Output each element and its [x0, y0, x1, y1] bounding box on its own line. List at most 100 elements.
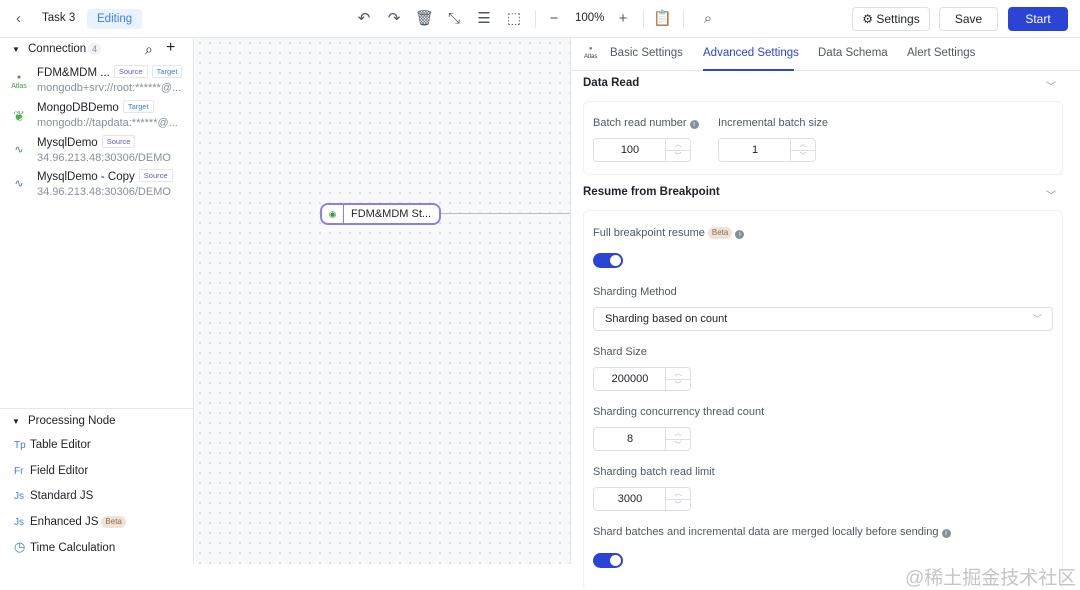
add-connection-icon[interactable]: +	[166, 39, 175, 57]
connection-uri: mongodb://tapdata:******@...	[37, 117, 178, 129]
source-tag: Source	[113, 65, 148, 78]
decrement-icon[interactable]: ﹀	[666, 439, 690, 450]
node-label: Standard JS	[30, 490, 94, 502]
canvas-node[interactable]: ◉ FDM&MDM St...	[320, 203, 441, 225]
connection-title: Connection	[28, 43, 87, 55]
task-name[interactable]: Task 3	[42, 12, 75, 24]
connection-item[interactable]: ∿ MysqlDemo - Copy Source 34.96.213.48:30…	[0, 169, 194, 203]
search-icon[interactable]: ⌕	[699, 10, 717, 28]
increment-icon[interactable]: ︿	[666, 139, 690, 150]
batch-read-stepper[interactable]: 100 ︿ ﹀	[593, 138, 691, 162]
stepper-value[interactable]: 100	[594, 139, 666, 161]
source-tag: Source	[101, 135, 136, 148]
resume-header[interactable]: Resume from Breakpoint	[583, 186, 720, 198]
processing-title: Processing Node	[28, 415, 116, 427]
search-connection-icon[interactable]: ⌕	[145, 41, 153, 58]
shard-size-stepper[interactable]: 200000 ︿ ﹀	[593, 367, 691, 391]
chevron-down-icon[interactable]: ﹀	[1046, 78, 1056, 93]
redo-icon[interactable]: ↷	[385, 10, 403, 28]
stepper-value[interactable]: 3000	[594, 488, 666, 510]
collapse-processing-icon[interactable]: ▼	[12, 417, 20, 426]
info-icon: i	[941, 529, 951, 538]
connection-item[interactable]: ∿ MysqlDemo Source 34.96.213.48:30306/DEM…	[0, 135, 194, 169]
collapse-connection-icon[interactable]: ▼	[12, 45, 20, 54]
zoom-out-icon[interactable]: −	[545, 10, 563, 28]
clipboard-icon[interactable]: 📋	[653, 10, 672, 28]
decrement-icon[interactable]: ﹀	[666, 499, 690, 510]
connection-name: MongoDBDemo	[37, 102, 119, 114]
gear-icon: ⚙	[862, 12, 877, 26]
full-resume-toggle[interactable]	[593, 253, 623, 268]
batch-limit-stepper[interactable]: 3000 ︿ ﹀	[593, 487, 691, 511]
select-mode-icon[interactable]: ⬚	[505, 10, 523, 28]
chevron-down-icon[interactable]: ﹀	[1046, 187, 1056, 202]
merge-label: Shard batches and incremental data are m…	[593, 526, 951, 538]
node-label: Field Editor	[30, 465, 89, 477]
node-label: Table Editor	[30, 439, 91, 451]
connection-name: MysqlDemo	[37, 137, 98, 149]
stepper-value[interactable]: 200000	[594, 368, 666, 390]
back-icon[interactable]: ‹	[16, 10, 21, 27]
processing-node-standard-js[interactable]: Js Standard JS	[14, 486, 93, 506]
data-read-header[interactable]: Data Read	[583, 77, 639, 89]
dag-canvas[interactable]: ◉ FDM&MDM St...	[195, 38, 570, 564]
field-editor-icon: Fr	[14, 466, 24, 477]
beta-badge: Beta	[101, 516, 126, 528]
mongodb-leaf-icon: ❦	[13, 108, 25, 124]
connection-count: 4	[88, 43, 102, 55]
stepper-value[interactable]: 8	[594, 428, 666, 450]
connection-name: FDM&MDM ...	[37, 67, 110, 79]
connection-uri: mongodb+srv://root:******@...	[37, 82, 182, 94]
tab-alert-settings[interactable]: Alert Settings	[907, 47, 975, 59]
fit-view-icon[interactable]: ⤡	[445, 10, 463, 28]
undo-icon[interactable]: ↶	[355, 10, 373, 28]
status-badge: Editing	[87, 9, 143, 29]
divider	[0, 408, 194, 409]
source-tag: Source	[138, 169, 173, 182]
incremental-batch-stepper[interactable]: 1 ︿ ﹀	[718, 138, 816, 162]
batch-read-label: Batch read number i	[593, 117, 699, 129]
increment-icon[interactable]: ︿	[791, 139, 815, 150]
decrement-icon[interactable]: ﹀	[666, 379, 690, 390]
decrement-icon[interactable]: ﹀	[791, 150, 815, 161]
zoom-in-icon[interactable]: +	[614, 10, 632, 28]
connection-item[interactable]: ❦ MongoDBDemo Target mongodb://tapdata:**…	[0, 100, 194, 134]
sharding-method-select[interactable]: Sharding based on count ﹀	[593, 307, 1053, 331]
node-label: Time Calculation	[30, 542, 116, 554]
processing-node-table-editor[interactable]: Tp Table Editor	[14, 435, 91, 455]
thread-count-label: Sharding concurrency thread count	[593, 406, 765, 418]
delete-icon[interactable]: 🗑	[415, 10, 434, 28]
chevron-down-icon: ﹀	[1032, 314, 1042, 324]
increment-icon[interactable]: ︿	[666, 488, 690, 499]
processing-node-time-calculation[interactable]: ◷ Time Calculation	[14, 537, 115, 557]
mysql-dolphin-icon: ∿	[14, 144, 24, 156]
edge-line	[440, 213, 570, 214]
connection-name: MysqlDemo - Copy	[37, 171, 135, 183]
merge-toggle[interactable]	[593, 553, 623, 568]
connection-item[interactable]: ● Atlas FDM&MDM ... Source Target mongodb+s…	[0, 65, 194, 99]
tab-data-schema[interactable]: Data Schema	[818, 47, 888, 59]
thread-count-stepper[interactable]: 8 ︿ ﹀	[593, 427, 691, 451]
tab-basic-settings[interactable]: Basic Settings	[610, 47, 683, 59]
full-resume-label: Full breakpoint resume Beta i	[593, 227, 745, 239]
target-tag: Target	[151, 65, 183, 78]
settings-label: Settings	[876, 12, 920, 26]
divider	[643, 10, 644, 28]
table-editor-icon: Tp	[14, 440, 26, 451]
decrement-icon[interactable]: ﹀	[666, 150, 690, 161]
processing-node-field-editor[interactable]: Fr Field Editor	[14, 461, 88, 481]
tab-advanced-settings[interactable]: Advanced Settings	[703, 47, 799, 59]
auto-layout-icon[interactable]: ☰	[475, 10, 493, 28]
increment-icon[interactable]: ︿	[666, 368, 690, 379]
start-button[interactable]: Start	[1008, 7, 1068, 31]
stepper-value[interactable]: 1	[719, 139, 791, 161]
mysql-dolphin-icon: ∿	[14, 178, 24, 190]
node-settings-panel: ● Atlas Basic Settings Advanced Settings …	[570, 38, 1080, 590]
save-button[interactable]: Save	[939, 7, 998, 31]
increment-icon[interactable]: ︿	[666, 428, 690, 439]
node-label: Enhanced JS	[30, 516, 99, 528]
settings-button[interactable]: ⚙ Settings	[852, 7, 930, 31]
node-label: FDM&MDM St...	[351, 208, 432, 220]
active-tab-indicator	[703, 69, 794, 71]
processing-node-enhanced-js[interactable]: Js Enhanced JS Beta	[14, 512, 126, 532]
